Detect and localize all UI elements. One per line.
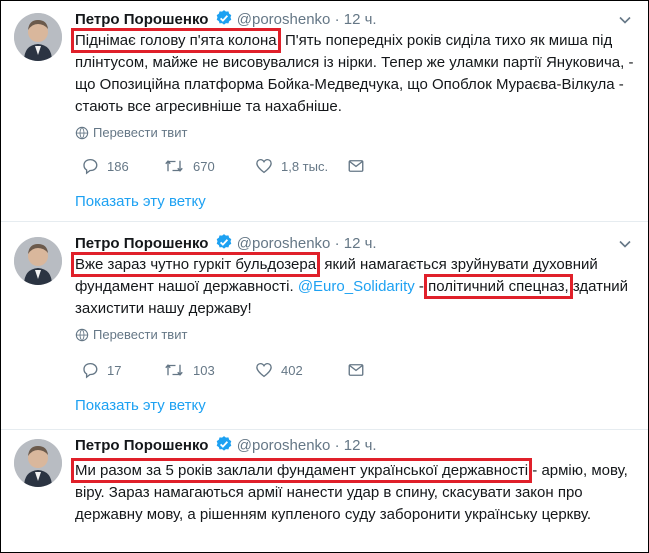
reply-button[interactable]: 186 [81, 157, 129, 177]
like-count: 402 [281, 363, 303, 378]
timestamp[interactable]: 12 ч. [344, 11, 377, 28]
tweet-header: Петро Порошенко @poroshenko · 12 ч. [75, 233, 377, 253]
globe-icon [75, 126, 89, 140]
reply-button[interactable]: 17 [81, 361, 121, 381]
tweet-2[interactable]: Петро Порошенко @poroshenko · 12 ч. Вже … [1, 221, 648, 430]
retweet-button[interactable]: 670 [163, 157, 215, 177]
chevron-down-icon[interactable] [618, 13, 632, 27]
reply-count: 186 [107, 159, 129, 174]
like-count: 1,8 тыс. [281, 159, 329, 174]
author-handle[interactable]: @poroshenko [237, 11, 331, 28]
author-name[interactable]: Петро Порошенко [75, 235, 208, 252]
tweet-text: Вже зараз чутно гуркіт бульдозера, який … [70, 252, 635, 320]
separator-dot: · [334, 235, 340, 252]
author-handle[interactable]: @poroshenko [237, 235, 331, 252]
translate-tweet-link[interactable]: Перевести твит [75, 327, 187, 343]
tweet-text: Піднімає голову п'ята колона. П'ять попе… [71, 28, 635, 118]
highlighted-phrase: Ми разом за 5 років заклали фундамент ук… [70, 458, 533, 483]
tweet-3[interactable]: Петро Порошенко @poroshenko · 12 ч. Ми р… [1, 429, 648, 552]
like-icon [256, 362, 272, 378]
highlighted-phrase: Вже зараз чутно гуркіт бульдозера [70, 252, 321, 277]
tweet-text-body: - [414, 278, 429, 295]
translate-tweet-link[interactable]: Перевести твит [75, 125, 187, 141]
separator-dot: · [334, 11, 340, 28]
tweet-header: Петро Порошенко @poroshenko · 12 ч. [75, 435, 377, 455]
tweet-thread-screenshot: Петро Порошенко @poroshenko · 12 ч. Підн… [0, 0, 649, 553]
avatar[interactable] [14, 237, 62, 285]
retweet-count: 670 [193, 159, 215, 174]
retweet-count: 103 [193, 363, 215, 378]
author-name[interactable]: Петро Порошенко [75, 437, 208, 454]
highlighted-phrase: Піднімає голову п'ята колона [71, 28, 281, 53]
timestamp[interactable]: 12 ч. [344, 437, 377, 454]
mention-link[interactable]: @Euro_Solidarity [298, 278, 415, 295]
verified-badge-icon [215, 435, 233, 459]
highlighted-phrase: політичний спецназ, [424, 274, 573, 299]
direct-message-icon [348, 160, 364, 172]
like-button[interactable]: 402 [255, 361, 303, 381]
author-name[interactable]: Петро Порошенко [75, 11, 208, 28]
retweet-icon [165, 364, 183, 376]
reply-icon [83, 362, 98, 379]
separator-dot: · [334, 437, 340, 454]
direct-message-icon [348, 364, 364, 376]
chevron-down-icon[interactable] [618, 237, 632, 251]
avatar[interactable] [14, 439, 62, 487]
author-handle[interactable]: @poroshenko [237, 437, 331, 454]
direct-message-button[interactable] [347, 157, 373, 177]
timestamp[interactable]: 12 ч. [344, 235, 377, 252]
like-icon [256, 158, 272, 174]
direct-message-button[interactable] [347, 361, 373, 381]
tweet-header: Петро Порошенко @poroshenko · 12 ч. [75, 9, 377, 29]
translate-label: Перевести твит [93, 327, 188, 342]
reply-icon [83, 158, 98, 175]
show-thread-link[interactable]: Показать эту ветку [75, 192, 206, 212]
translate-label: Перевести твит [93, 125, 188, 140]
retweet-icon [165, 160, 183, 172]
tweet-text: Ми разом за 5 років заклали фундамент ук… [70, 458, 635, 526]
reply-count: 17 [107, 363, 122, 378]
like-button[interactable]: 1,8 тыс. [255, 157, 328, 177]
globe-icon [75, 328, 89, 342]
retweet-button[interactable]: 103 [163, 361, 215, 381]
tweet-1[interactable]: Петро Порошенко @poroshenko · 12 ч. Підн… [1, 1, 648, 222]
show-thread-link[interactable]: Показать эту ветку [75, 396, 206, 416]
avatar[interactable] [14, 13, 62, 61]
